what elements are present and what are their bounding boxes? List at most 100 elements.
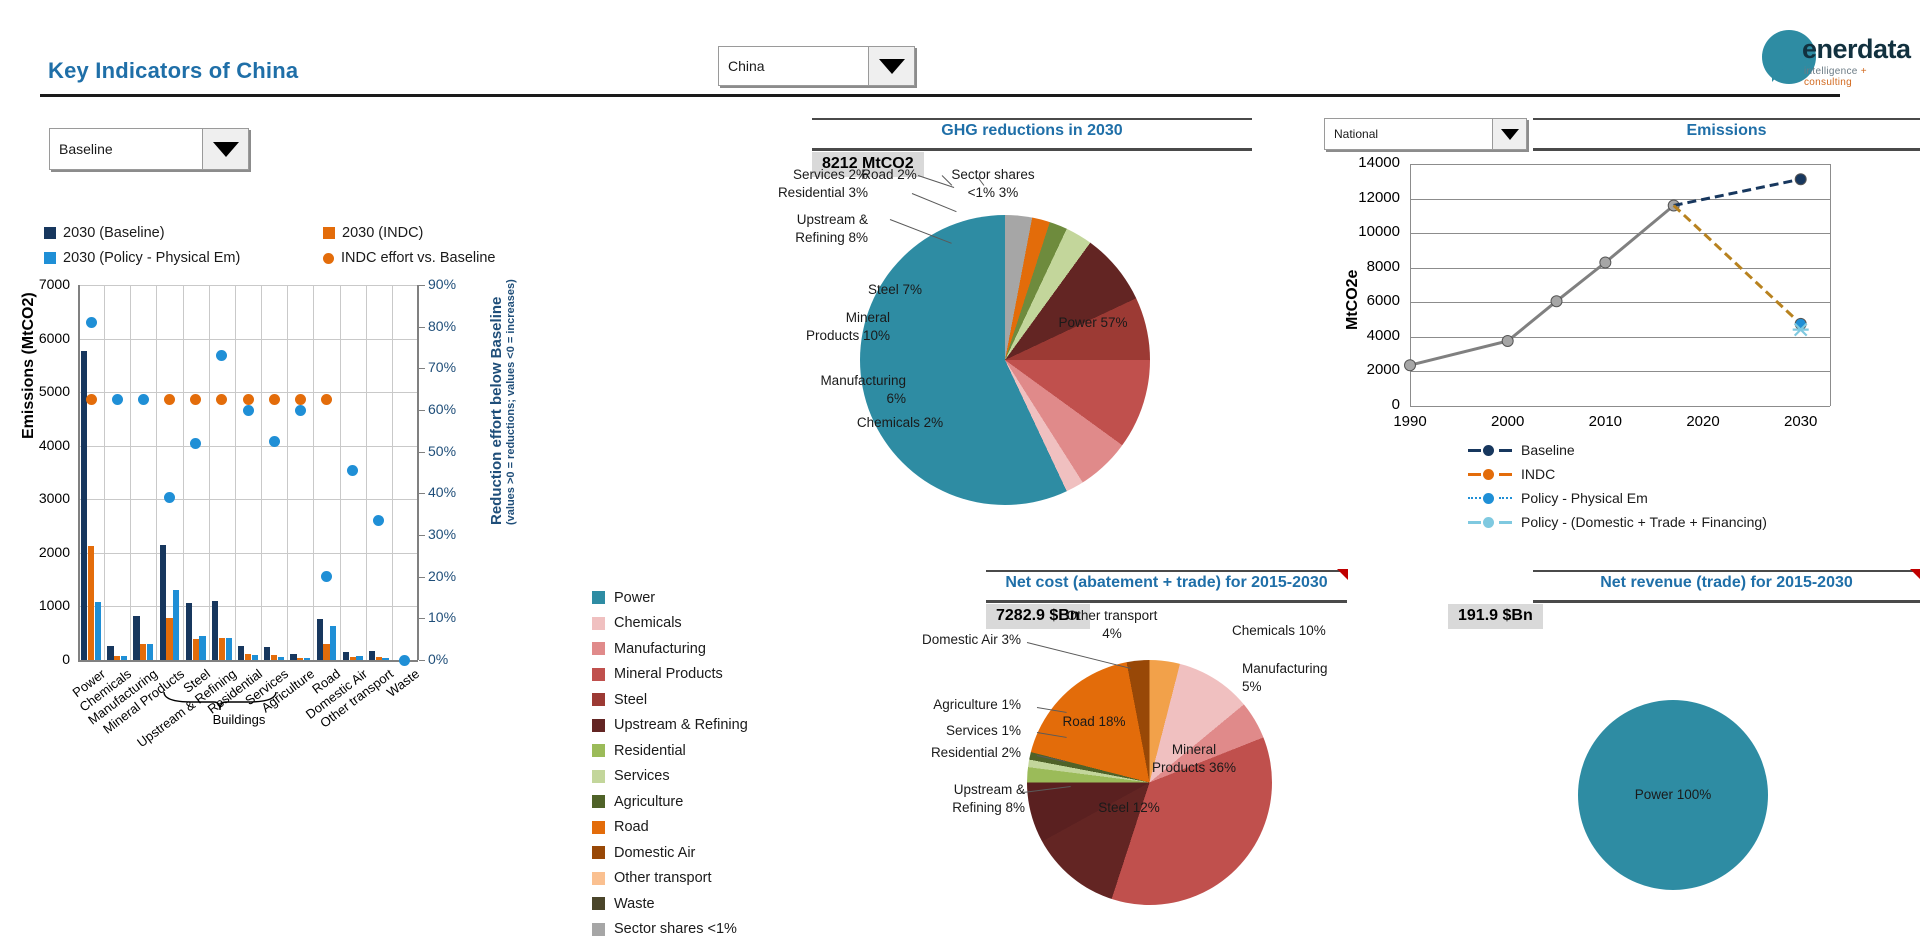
scenario-select-value: Baseline: [59, 141, 113, 157]
buildings-brace-icon: [163, 691, 277, 711]
net-revenue-pie-chart: Power 100%: [1578, 700, 1768, 890]
pie-data-label: Chemicals 10%: [1232, 623, 1326, 638]
gridline: [78, 552, 418, 554]
bar: [87, 545, 95, 660]
line-chart-legend-item: Policy - (Domestic + Trade + Financing): [1468, 510, 1767, 534]
bar-chart-y-tick-right: 20%: [428, 567, 457, 584]
legend-item-policy: 2030 (Policy - Physical Em): [44, 250, 240, 266]
policy-effort-point: [242, 404, 254, 416]
sector-legend-swatch: [592, 616, 605, 630]
category-gridline: [234, 285, 236, 660]
pie-data-label: Power 57%: [1058, 315, 1128, 330]
pie-data-label: 5%: [1242, 679, 1262, 694]
axis-line: [417, 285, 419, 660]
bar-chart-y-tick: 0: [62, 651, 70, 667]
sector-legend-item: Residential: [592, 738, 748, 764]
bar: [120, 655, 128, 660]
country-select[interactable]: China: [718, 46, 915, 86]
scope-select[interactable]: National: [1324, 118, 1527, 150]
y-right-main: Reduction effort below Baseline: [488, 296, 505, 525]
bar: [368, 651, 376, 660]
sector-legend-label: Steel: [614, 691, 648, 708]
scope-select-value: National: [1334, 127, 1379, 141]
sector-legend-label: Residential: [614, 742, 686, 759]
category-gridline: [391, 285, 393, 660]
scope-select-toggle[interactable]: [1492, 119, 1526, 149]
netrev-panel-title: Net revenue (trade) for 2015-2030: [1600, 574, 1853, 591]
sector-legend-label: Waste: [614, 895, 655, 912]
sector-legend-swatch: [592, 642, 605, 656]
ghg-rule-bottom: [812, 148, 1252, 151]
bar: [199, 635, 206, 660]
sector-legend-label: Other transport: [614, 870, 712, 887]
country-select-value: China: [728, 58, 765, 74]
pie-data-label: Mineral: [845, 310, 890, 325]
sector-legend-swatch: [592, 591, 605, 605]
scenario-select-toggle[interactable]: [202, 129, 248, 169]
bar: [133, 615, 140, 660]
sector-legend-item: Mineral Products: [592, 662, 748, 688]
y-right-sub: (values >0 = reductions; values <0 = inc…: [505, 279, 517, 525]
line-chart-legend-label: INDC: [1521, 466, 1556, 482]
line-chart-legend: Baseline INDC Policy - Physical Em Policy -…: [1468, 438, 1767, 534]
indc-effort-point: [320, 394, 332, 406]
category-gridline: [182, 285, 184, 660]
bar: [375, 657, 382, 660]
emissions-trajectory-line-chart: MtCO2e 0 2000 4000 6000 8000 10000 12000 14000 19…: [1324, 150, 1904, 530]
line-chart-legend-label: Policy - (Domestic + Trade + Financing): [1521, 514, 1767, 530]
sector-legend-swatch: [592, 795, 605, 809]
country-select-toggle[interactable]: [868, 47, 914, 85]
category-gridline: [156, 285, 158, 660]
bar-chart-y-tick-right: 40%: [428, 484, 457, 501]
sector-legend-swatch: [592, 769, 605, 783]
bar: [290, 654, 297, 660]
bar: [173, 590, 180, 660]
netrev-kpi-value: 191.9 $Bn: [1448, 604, 1543, 629]
bar: [166, 618, 173, 660]
line-chart-legend-key: [1468, 468, 1512, 480]
tick-mark: [419, 326, 425, 328]
tick-mark: [419, 535, 425, 536]
emissions-panel-header: Emissions: [1533, 118, 1920, 152]
leader-line: [889, 219, 953, 244]
axis-line: [78, 660, 418, 662]
sector-legend-label: Mineral Products: [614, 666, 723, 683]
bar: [304, 657, 311, 660]
sector-legend-item: Other transport: [592, 866, 748, 892]
scenario-select[interactable]: Baseline: [49, 128, 249, 170]
sector-legend-item: Sector shares <1%: [592, 917, 748, 943]
pie-data-label: Services 1%: [945, 723, 1021, 738]
chevron-down-icon: [1500, 128, 1519, 140]
line-chart-legend-item: Baseline: [1468, 438, 1767, 462]
pie-data-label: Manufacturing: [1242, 661, 1328, 676]
sector-legend-item: Upstream & Refining: [592, 713, 748, 739]
pie-data-label: Upstream &: [796, 212, 868, 227]
pie-data-label: Road 18%: [1062, 714, 1126, 729]
sector-legend-label: Chemicals: [614, 615, 682, 632]
bar: [218, 637, 225, 660]
indc-effort-point: [268, 394, 280, 406]
sector-legend-item: Power: [592, 585, 748, 611]
bar: [382, 657, 389, 660]
sector-legend-label: Sector shares <1%: [614, 921, 737, 938]
sector-legend: Power Chemicals Manufacturing Mineral Produ…: [592, 585, 748, 942]
buildings-group-label: Buildings: [212, 712, 266, 727]
page-title: Key Indicators of China: [48, 58, 299, 83]
emissions-panel-title: Emissions: [1686, 122, 1767, 139]
net-cost-pie-labels: Chemicals 10% Manufacturing 5% Mineral Produ…: [922, 608, 1328, 905]
bar: [185, 603, 192, 660]
line-chart-legend-label: Policy - Physical Em: [1521, 490, 1648, 506]
logo-tagline: intelligence + consulting: [1804, 66, 1914, 88]
bar-chart-y-tick: 6000: [38, 329, 70, 346]
netrev-panel-header: Net revenue (trade) for 2015-2030: [1533, 569, 1920, 604]
pie-data-label: 4%: [1102, 626, 1122, 641]
legend-label-baseline: 2030 (Baseline): [63, 225, 165, 241]
bar-chart-y-tick-right: 90%: [428, 276, 457, 292]
pie-data-label: Agriculture 1%: [933, 697, 1021, 712]
category-gridline: [365, 285, 367, 660]
bar: [264, 646, 271, 660]
indc-effort-point: [85, 394, 97, 406]
bar: [225, 637, 232, 660]
leader-line: [1026, 642, 1132, 669]
sector-emissions-bar-chart: 2030 (Baseline) 2030 (INDC) 2030 (Policy…: [20, 225, 517, 765]
